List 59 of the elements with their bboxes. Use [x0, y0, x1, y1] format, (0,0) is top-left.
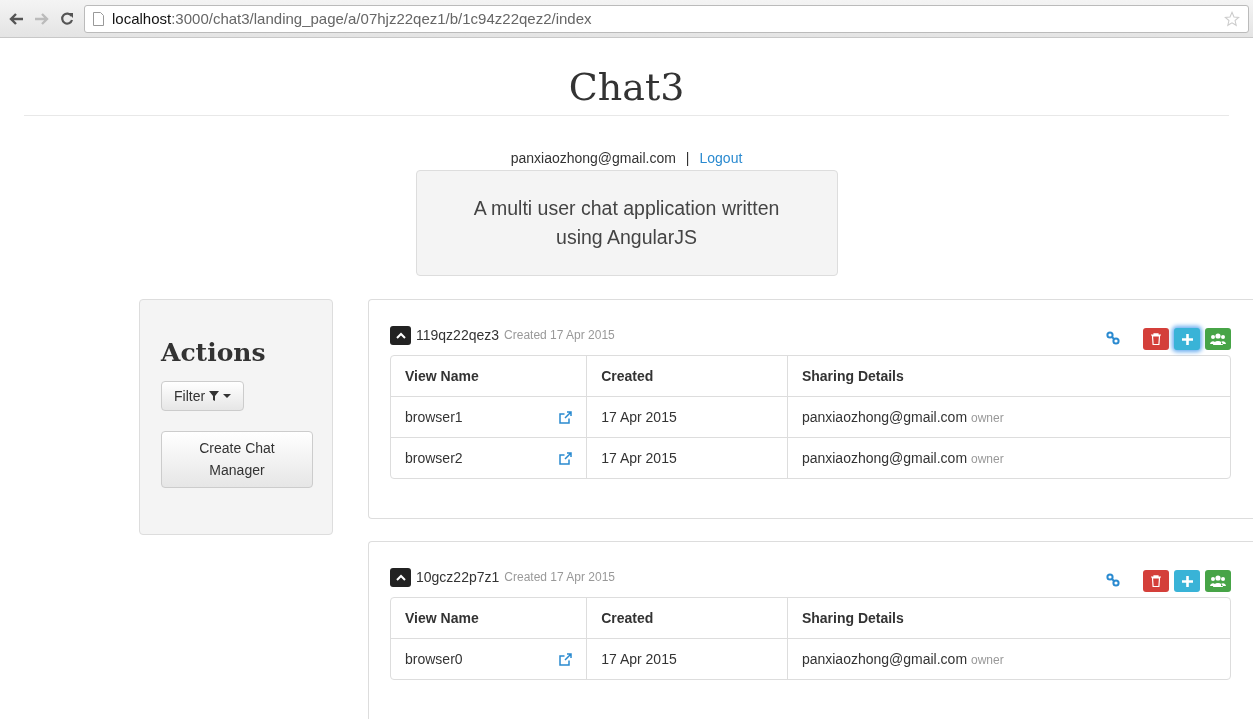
created-date: Created 17 Apr 2015: [504, 570, 616, 584]
filter-button[interactable]: Filter: [161, 381, 245, 411]
trash-icon: [1151, 333, 1161, 345]
users-icon: [1210, 333, 1226, 345]
users-icon: [1210, 575, 1226, 587]
column-header: Created: [586, 598, 787, 639]
sharing-email: panxiaozhong@gmail.com: [801, 651, 968, 667]
trash-icon: [1151, 575, 1161, 587]
users-button[interactable]: [1205, 570, 1231, 592]
role-label: owner: [970, 653, 1004, 667]
star-icon[interactable]: [1224, 10, 1240, 27]
manager-name: 10gcz22p7z1: [416, 569, 500, 585]
back-arrow-icon[interactable]: [8, 11, 24, 26]
create-chat-manager-button[interactable]: Create Chat Manager: [161, 431, 313, 489]
created-date: Created 17 Apr 2015: [504, 328, 615, 342]
delete-button[interactable]: [1143, 570, 1169, 592]
collapse-button[interactable]: [390, 567, 411, 587]
separator: |: [685, 150, 690, 166]
role-label: owner: [970, 411, 1004, 425]
column-header: Sharing Details: [786, 356, 1230, 397]
filter-icon: [209, 391, 220, 401]
column-header: View Name: [391, 598, 587, 639]
delete-button[interactable]: [1143, 328, 1169, 350]
collapse-button[interactable]: [390, 325, 411, 345]
url-text: localhost:3000/chat3/landing_page/a/07hjz22qez1/b/1c94z22qez2/index: [112, 10, 593, 27]
manager-name: 119qz22qez3: [416, 327, 500, 343]
link-icon[interactable]: [1106, 573, 1120, 587]
sharing-email: panxiaozhong@gmail.com: [801, 450, 968, 466]
external-link-icon[interactable]: [559, 410, 573, 424]
chevron-up-icon: [395, 331, 406, 339]
link-icon[interactable]: [1106, 331, 1120, 345]
address-bar[interactable]: localhost:3000/chat3/landing_page/a/07hjz22qez1/b/1c94z22qez2/index: [84, 4, 1249, 33]
users-button[interactable]: [1205, 328, 1231, 350]
sharing-email: panxiaozhong@gmail.com: [801, 409, 968, 425]
app-title: Chat3: [567, 64, 686, 111]
actions-title: Actions: [161, 338, 266, 367]
plus-icon: [1181, 575, 1193, 587]
page-icon: [93, 11, 104, 26]
created-cell: 17 Apr 2015: [586, 438, 787, 478]
column-header: View Name: [391, 356, 587, 397]
logout-link[interactable]: Logout: [699, 150, 743, 166]
role-label: owner: [970, 452, 1004, 466]
external-link-icon[interactable]: [559, 652, 573, 666]
external-link-icon[interactable]: [559, 451, 573, 465]
caret-icon: [223, 393, 232, 399]
description-text: A multi user chat application written using AngularJS: [472, 195, 781, 250]
reload-icon[interactable]: [60, 11, 74, 26]
plus-icon: [1181, 333, 1193, 345]
created-cell: 17 Apr 2015: [586, 639, 787, 679]
column-header: Sharing Details: [786, 598, 1230, 639]
view-name: browser0: [405, 651, 463, 667]
view-name: browser1: [405, 409, 463, 425]
add-button[interactable]: [1174, 570, 1200, 592]
created-cell: 17 Apr 2015: [586, 397, 787, 438]
column-header: Created: [586, 356, 787, 397]
add-button[interactable]: [1174, 328, 1200, 350]
view-name: browser2: [405, 450, 463, 466]
user-email: panxiaozhong@gmail.com: [510, 150, 676, 166]
chevron-up-icon: [395, 573, 406, 581]
